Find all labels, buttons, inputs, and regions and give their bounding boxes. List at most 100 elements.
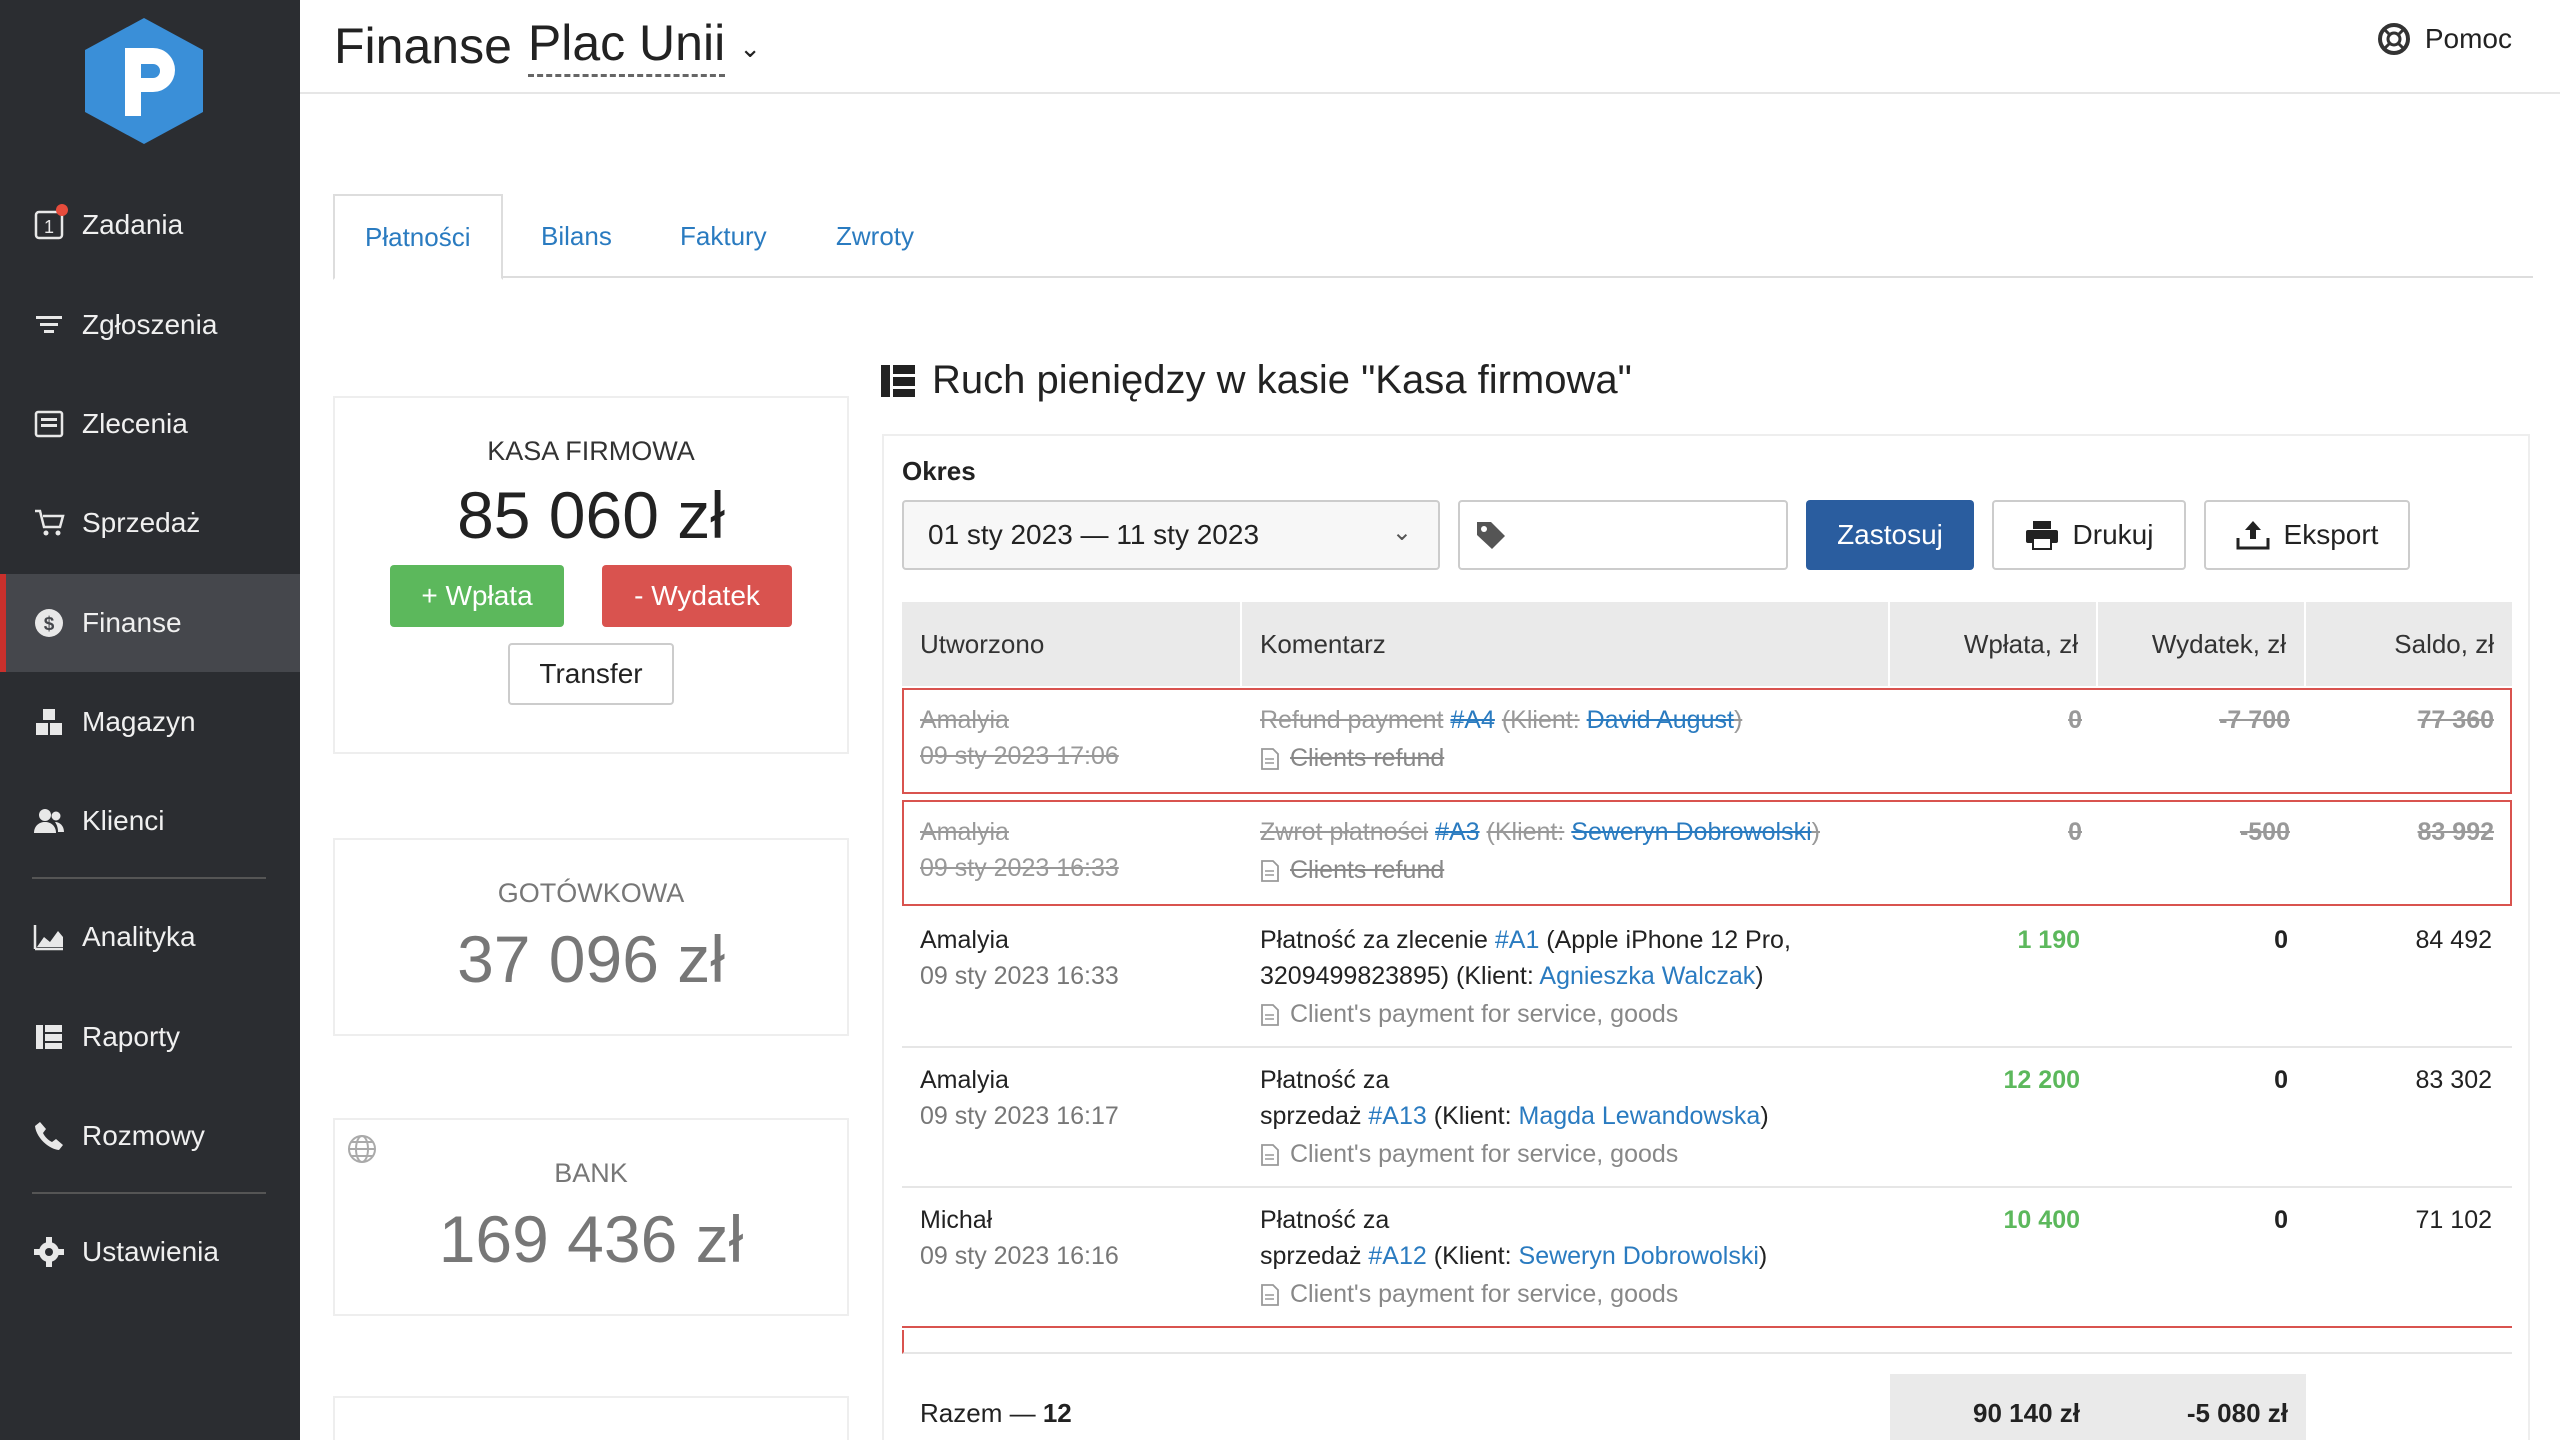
tab-platnosci[interactable]: Płatności <box>333 194 503 280</box>
sidebar-item-label: Zadania <box>82 209 184 240</box>
sidebar-item-label: Raporty <box>82 1021 181 1052</box>
document-icon <box>1261 1003 1279 1026</box>
cash-flow-panel: Okres 01 sty 2023 — 11 sty 2023 ⌄ Zastos… <box>882 434 2530 1440</box>
section-title: Ruch pieniędzy w kasie "Kasa firmowa" <box>880 358 1632 403</box>
tab-bilans[interactable]: Bilans <box>541 194 612 278</box>
row-balance: 84 492 <box>2415 926 2492 954</box>
table-row-partial <box>902 1330 2512 1354</box>
row-expense: -7 700 <box>2219 706 2290 734</box>
sidebar-item-rozmowy[interactable]: Rozmowy <box>0 1087 300 1185</box>
row-deposit: 0 <box>2068 818 2082 846</box>
column-header[interactable]: Wydatek, zł <box>2098 602 2306 686</box>
main-cash-card[interactable]: KASA FIRMOWA 85 060 zł + Wpłata - Wydate… <box>333 396 849 754</box>
row-ref-link[interactable]: #A12 <box>1368 1242 1426 1270</box>
column-header[interactable]: Komentarz <box>1242 602 1890 686</box>
client-link[interactable]: David August <box>1587 706 1734 734</box>
print-button[interactable]: Drukuj <box>1992 500 2186 570</box>
client-link[interactable]: Seweryn Dobrowolski <box>1571 818 1811 846</box>
location-selector[interactable]: Plac Unii <box>527 14 726 77</box>
client-link[interactable]: Agnieszka Walczak <box>1539 962 1755 990</box>
help-link[interactable]: Pomoc <box>2377 22 2512 56</box>
column-header[interactable]: Saldo, zł <box>2306 602 2512 686</box>
sidebar-item-sprzedaz[interactable]: Sprzedaż <box>0 474 300 572</box>
sidebar-item-klienci[interactable]: Klienci <box>0 772 300 870</box>
client-link[interactable]: Magda Lewandowska <box>1519 1102 1761 1130</box>
row-ref-link[interactable]: #A3 <box>1435 818 1479 846</box>
row-ref-link[interactable]: #A1 <box>1495 926 1539 954</box>
sidebar-item-zlecenia[interactable]: Zlecenia <box>0 375 300 473</box>
cash-card[interactable]: GOTÓWKOWA 37 096 zł <box>333 838 849 1036</box>
sidebar-item-finanse[interactable]: $ Finanse <box>0 574 300 672</box>
sidebar-item-label: Finanse <box>82 607 182 638</box>
sidebar-item-zadania[interactable]: 1 Zadania <box>0 176 300 274</box>
sidebar-item-zgloszenia[interactable]: Zgłoszenia <box>0 276 300 374</box>
row-expense: 0 <box>2274 1066 2288 1094</box>
column-header[interactable]: Wpłata, zł <box>1890 602 2098 686</box>
period-label: Okres <box>902 456 976 486</box>
tag-filter-input[interactable] <box>1458 500 1788 570</box>
table-row[interactable]: Amalyia 09 sty 2023 16:33 Płatność za zl… <box>902 908 2512 1048</box>
help-label: Pomoc <box>2424 23 2512 54</box>
sidebar-item-magazyn[interactable]: Magazyn <box>0 673 300 771</box>
row-note: Client's payment for service, goods <box>1260 1140 1678 1169</box>
row-date: 09 sty 2023 16:33 <box>920 962 1119 990</box>
date-range-picker[interactable]: 01 sty 2023 — 11 sty 2023 ⌄ <box>902 500 1440 570</box>
row-user: Amalyia <box>920 818 1009 846</box>
row-deposit: 1 190 <box>2017 926 2080 954</box>
table-row[interactable]: Amalyia 09 sty 2023 16:17 Płatność za sp… <box>902 1048 2512 1188</box>
boxes-icon <box>32 705 66 739</box>
table-row[interactable]: Michał 09 sty 2023 16:16 Płatność za spr… <box>902 1188 2512 1328</box>
top-header: Finanse Plac Unii ⌄ Pomoc <box>300 0 2560 94</box>
total-expense: -5 080 zł <box>2186 1398 2288 1428</box>
row-ref-link[interactable]: #A13 <box>1368 1102 1426 1130</box>
globe-icon <box>348 1135 376 1163</box>
apply-button[interactable]: Zastosuj <box>1806 500 1974 570</box>
table-row-cancelled[interactable]: Amalyia 09 sty 2023 17:06 Refund payment… <box>902 688 2512 794</box>
row-comment: Płatność za <box>1260 1206 1390 1234</box>
dollar-icon: $ <box>32 606 66 640</box>
title-prefix: Finanse <box>334 17 512 74</box>
row-user: Amalyia <box>920 1066 1009 1094</box>
cart-icon <box>32 506 66 540</box>
bank-card[interactable]: BANK 169 436 zł <box>333 1118 849 1316</box>
orders-icon <box>32 407 66 441</box>
row-date: 09 sty 2023 17:06 <box>920 742 1119 770</box>
row-user: Michał <box>920 1206 993 1234</box>
client-link[interactable]: Seweryn Dobrowolski <box>1519 1242 1759 1270</box>
chart-area-icon <box>32 920 66 954</box>
transfer-button[interactable]: Transfer <box>508 643 674 705</box>
expense-button[interactable]: - Wydatek <box>602 565 792 627</box>
row-user: Amalyia <box>920 926 1009 954</box>
users-icon <box>32 804 66 838</box>
chevron-down-icon: ⌄ <box>1391 519 1412 546</box>
total-deposit: 90 140 zł <box>1973 1398 2080 1428</box>
document-icon <box>1261 1143 1279 1166</box>
chevron-down-icon[interactable]: ⌄ <box>739 33 761 64</box>
printer-icon <box>2025 521 2058 550</box>
export-icon <box>2236 521 2270 550</box>
export-button[interactable]: Eksport <box>2204 500 2410 570</box>
tab-zwroty[interactable]: Zwroty <box>836 194 914 278</box>
row-date: 09 sty 2023 16:33 <box>920 854 1119 882</box>
tag-icon <box>1477 522 1505 549</box>
deposit-button[interactable]: + Wpłata <box>390 565 564 627</box>
gear-icon <box>32 1235 66 1269</box>
sidebar-item-raporty[interactable]: Raporty <box>0 988 300 1086</box>
sidebar-item-ustawienia[interactable]: Ustawienia <box>0 1203 300 1301</box>
sidebar-item-label: Magazyn <box>82 706 196 737</box>
column-header[interactable]: Utworzono <box>902 602 1242 686</box>
card-amount: 85 060 zł <box>457 478 725 552</box>
sidebar-item-analityka[interactable]: Analityka <box>0 888 300 986</box>
row-ref-link[interactable]: #A4 <box>1450 706 1494 734</box>
row-comment: Zwrot płatności <box>1260 818 1429 846</box>
sidebar-item-label: Zlecenia <box>82 408 188 439</box>
lifebuoy-icon <box>2377 23 2410 55</box>
total-count: 12 <box>1042 1398 1072 1428</box>
row-note: Client's payment for service, goods <box>1260 1000 1678 1029</box>
svg-text:$: $ <box>44 614 55 635</box>
page-title: Finanse Plac Unii ⌄ <box>334 14 761 77</box>
row-note: Clients refund <box>1260 744 1444 773</box>
table-row-cancelled[interactable]: Amalyia 09 sty 2023 16:33 Zwrot płatnośc… <box>902 800 2512 906</box>
app-logo[interactable] <box>85 18 203 144</box>
tab-faktury[interactable]: Faktury <box>680 194 767 278</box>
